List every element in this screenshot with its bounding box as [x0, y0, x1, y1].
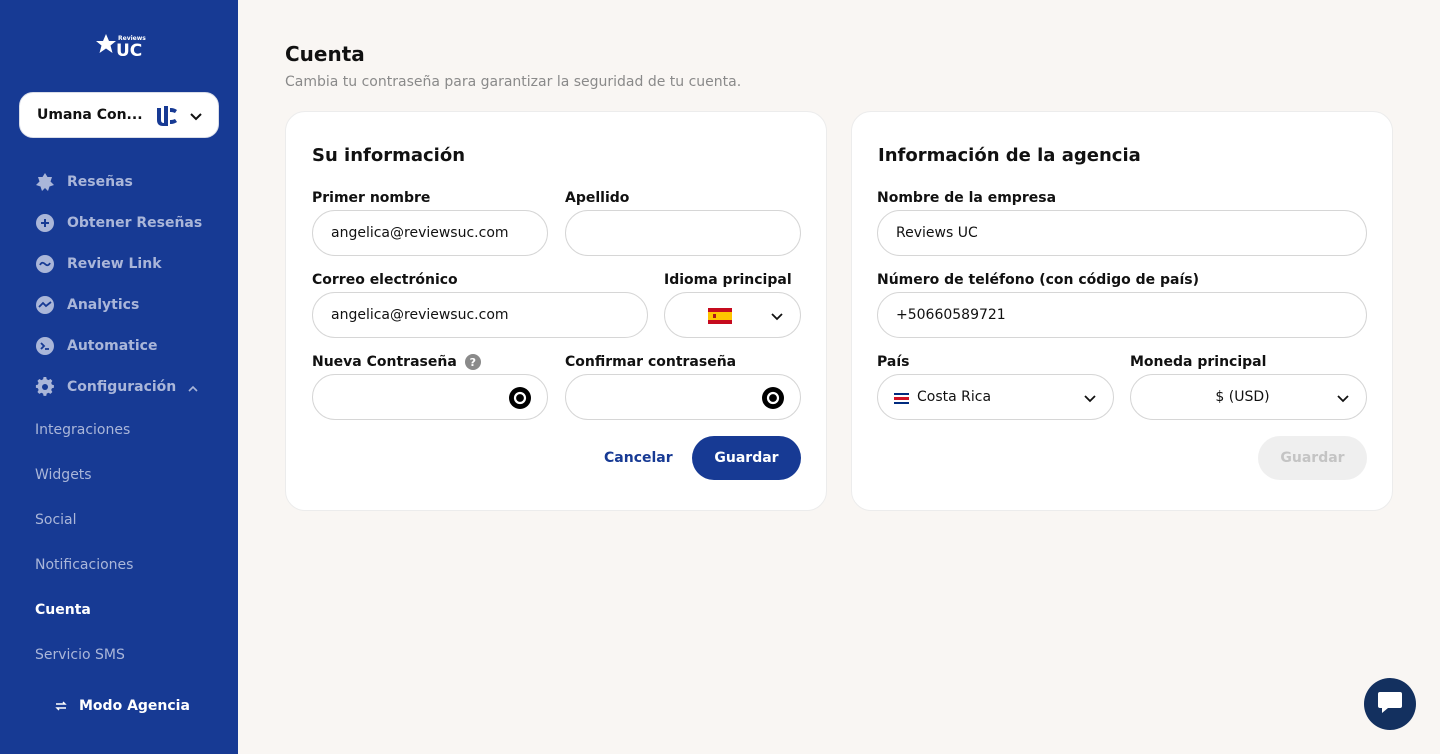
- new-password-label-text: Nueva Contraseña: [312, 354, 457, 370]
- country-label: País: [877, 354, 910, 370]
- first-name-field[interactable]: angelica@reviewsuc.com: [312, 210, 548, 256]
- new-password-label: Nueva Contraseña ?: [312, 354, 481, 370]
- company-name-label: Nombre de la empresa: [877, 190, 1057, 206]
- first-name-label: Primer nombre: [312, 190, 431, 206]
- chat-widget-button[interactable]: [1364, 678, 1416, 730]
- cancel-button[interactable]: Cancelar: [604, 450, 673, 466]
- nav-item-label: Analytics: [67, 297, 140, 313]
- agency-info-card: Información de la agencia Nombre de la e…: [851, 111, 1393, 511]
- swap-arrows-icon: [54, 699, 68, 713]
- nav-item-obtener-resenas[interactable]: Obtener Reseñas: [35, 212, 202, 234]
- new-password-field[interactable]: [312, 374, 548, 420]
- chevron-down-icon: [1083, 391, 1097, 405]
- sidebar-item-integraciones[interactable]: Integraciones: [35, 420, 130, 440]
- sidebar-item-social[interactable]: Social: [35, 510, 77, 530]
- account-name: Umana Con...: [37, 107, 143, 123]
- nav-item-label: Configuración: [67, 379, 177, 395]
- link-icon: [35, 254, 55, 274]
- user-info-card: Su información Primer nombre angelica@re…: [285, 111, 827, 511]
- agency-mode-button[interactable]: Modo Agencia: [54, 698, 190, 714]
- last-name-field[interactable]: [565, 210, 801, 256]
- phone-field[interactable]: +50660589721: [877, 292, 1367, 338]
- page-subtitle: Cambia tu contraseña para garantizar la …: [285, 74, 742, 90]
- currency-select[interactable]: $ (USD): [1130, 374, 1367, 420]
- page-title: Cuenta: [285, 42, 365, 66]
- save-agency-button[interactable]: Guardar: [1258, 436, 1367, 480]
- terminal-icon: [35, 336, 55, 356]
- email-field[interactable]: angelica@reviewsuc.com: [312, 292, 648, 338]
- language-label: Idioma principal: [664, 272, 792, 288]
- chevron-down-icon: [188, 108, 204, 124]
- country-select[interactable]: Costa Rica: [877, 374, 1114, 420]
- nav-item-label: Review Link: [67, 256, 162, 272]
- costa-rica-flag-icon: [894, 392, 909, 404]
- currency-value: $ (USD): [1215, 389, 1270, 405]
- sidebar-item-cuenta[interactable]: Cuenta: [35, 600, 91, 620]
- nav-item-label: Reseñas: [67, 174, 133, 190]
- email-label: Correo electrónico: [312, 272, 458, 288]
- company-name-value: Reviews UC: [896, 225, 978, 241]
- uc-brand-icon: [155, 105, 179, 127]
- star-badge-icon: [35, 172, 55, 192]
- phone-label: Número de teléfono (con código de país): [877, 272, 1199, 288]
- phone-value: +50660589721: [896, 307, 1006, 323]
- chevron-up-icon[interactable]: [186, 381, 200, 395]
- eye-icon[interactable]: [762, 387, 784, 409]
- nav-item-configuracion[interactable]: Configuración: [35, 376, 176, 398]
- spain-flag-icon: [708, 308, 732, 324]
- chevron-down-icon: [1336, 391, 1350, 405]
- svg-text:UC: UC: [116, 41, 142, 60]
- sidebar-item-widgets[interactable]: Widgets: [35, 465, 92, 485]
- sidebar-item-servicio-sms[interactable]: Servicio SMS: [35, 645, 125, 665]
- nav-item-review-link[interactable]: Review Link: [35, 253, 162, 275]
- account-selector[interactable]: Umana Con...: [19, 92, 219, 138]
- card-title: Su información: [312, 145, 466, 166]
- chat-bubble-icon: [1376, 689, 1404, 719]
- agency-mode-label: Modo Agencia: [79, 698, 190, 714]
- save-button[interactable]: Guardar: [692, 436, 801, 480]
- language-select[interactable]: [664, 292, 801, 338]
- card-title: Información de la agencia: [878, 145, 1141, 166]
- eye-icon[interactable]: [509, 387, 531, 409]
- country-value: Costa Rica: [917, 389, 992, 405]
- nav-item-analytics[interactable]: Analytics: [35, 294, 139, 316]
- sidebar: Reviews UC Umana Con... Reseñas Obtener …: [0, 0, 238, 754]
- nav-item-automatice[interactable]: Automatice: [35, 335, 157, 357]
- company-name-field[interactable]: Reviews UC: [877, 210, 1367, 256]
- chart-wave-icon: [35, 295, 55, 315]
- nav-item-label: Automatice: [67, 338, 158, 354]
- email-value: angelica@reviewsuc.com: [331, 307, 509, 323]
- plus-circle-icon: [35, 213, 55, 233]
- reviews-uc-logo[interactable]: Reviews UC: [94, 32, 146, 61]
- nav-item-resenas[interactable]: Reseñas: [35, 171, 133, 193]
- confirm-password-label: Confirmar contraseña: [565, 354, 737, 370]
- gear-icon: [35, 377, 55, 397]
- nav-item-label: Obtener Reseñas: [67, 215, 203, 231]
- first-name-value: angelica@reviewsuc.com: [331, 225, 509, 241]
- currency-label: Moneda principal: [1130, 354, 1267, 370]
- sidebar-item-notificaciones[interactable]: Notificaciones: [35, 555, 133, 575]
- last-name-label: Apellido: [565, 190, 630, 206]
- help-icon[interactable]: ?: [464, 354, 481, 370]
- confirm-password-field[interactable]: [565, 374, 801, 420]
- chevron-down-icon: [770, 309, 784, 323]
